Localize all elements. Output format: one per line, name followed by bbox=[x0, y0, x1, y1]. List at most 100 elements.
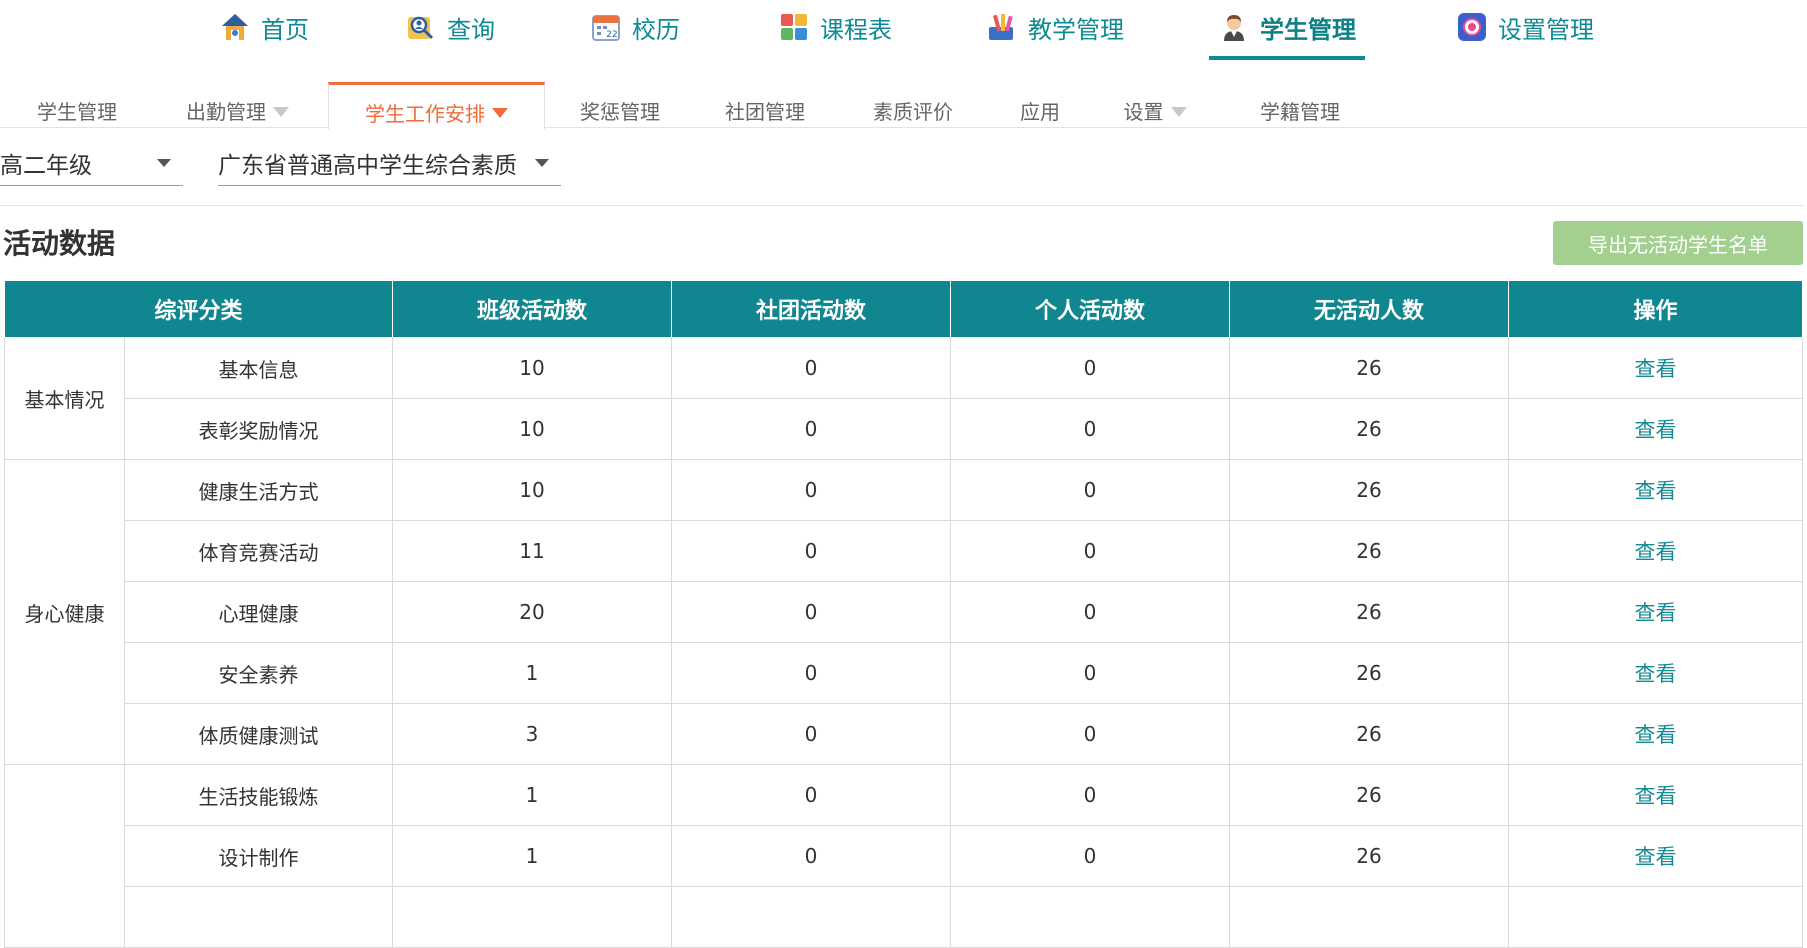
search-person-icon bbox=[405, 11, 437, 43]
personal-activity-count: 0 bbox=[950, 459, 1231, 521]
nav-label: 学生管理 bbox=[1260, 15, 1356, 44]
view-link[interactable]: 查看 bbox=[1635, 784, 1677, 808]
action-cell: 查看 bbox=[1508, 337, 1804, 399]
section-title: 活动数据 bbox=[3, 227, 116, 260]
chevron-down-icon bbox=[1170, 106, 1187, 117]
tab-club-management[interactable]: 社团管理 bbox=[710, 80, 820, 127]
club-activity-count: 0 bbox=[671, 581, 952, 643]
view-link[interactable]: 查看 bbox=[1635, 479, 1677, 503]
grade-select-value: 高二年级 bbox=[0, 152, 92, 179]
class-activity-count: 1 bbox=[392, 642, 673, 704]
tab-label: 学生管理 bbox=[37, 100, 117, 124]
tab-student-status[interactable]: 学籍管理 bbox=[1245, 80, 1355, 127]
chevron-down-icon bbox=[492, 108, 508, 118]
table-row: 身心健康 健康生活方式 10 0 0 26 查看 bbox=[4, 459, 1804, 765]
tab-student-management[interactable]: 学生管理 bbox=[22, 80, 132, 127]
subcategory-cell: 心理健康 bbox=[123, 581, 394, 643]
nav-item-timetable[interactable]: 课程表 bbox=[775, 0, 895, 60]
category-group-cell: 身心健康 bbox=[4, 459, 125, 765]
subcategory-cell: 体育竞赛活动 bbox=[123, 520, 394, 582]
column-header-no-activity-count: 无活动人数 bbox=[1229, 280, 1510, 338]
view-link[interactable]: 查看 bbox=[1635, 357, 1677, 381]
activity-data-table: 综评分类 班级活动数 社团活动数 个人活动数 无活动人数 操作 基本情况 基本信… bbox=[3, 280, 1804, 948]
action-cell: 查看 bbox=[1508, 703, 1804, 765]
nav-item-calendar[interactable]: 22 校历 bbox=[585, 0, 685, 60]
club-activity-count: 0 bbox=[671, 398, 952, 460]
gear-icon bbox=[1456, 11, 1488, 43]
personal-activity-count bbox=[950, 886, 1231, 948]
no-activity-count: 26 bbox=[1229, 825, 1510, 887]
nav-item-query[interactable]: 查询 bbox=[400, 0, 500, 60]
tab-label: 出勤管理 bbox=[186, 100, 266, 124]
tab-quality-evaluation[interactable]: 素质评价 bbox=[858, 80, 968, 127]
nav-item-student-management[interactable]: 学生管理 bbox=[1209, 0, 1365, 60]
nav-item-teaching[interactable]: 教学管理 bbox=[985, 0, 1125, 60]
personal-activity-count: 0 bbox=[950, 398, 1231, 460]
view-link[interactable]: 查看 bbox=[1635, 540, 1677, 564]
nav-label: 查询 bbox=[447, 15, 495, 44]
subcategory-cell: 表彰奖励情况 bbox=[123, 398, 394, 460]
view-link[interactable]: 查看 bbox=[1635, 723, 1677, 747]
no-activity-count bbox=[1229, 886, 1510, 948]
chevron-down-icon bbox=[535, 158, 549, 167]
class-activity-count: 1 bbox=[392, 764, 673, 826]
export-no-activity-students-button[interactable]: 导出无活动学生名单 bbox=[1553, 221, 1803, 265]
class-activity-count: 10 bbox=[392, 337, 673, 399]
evaluation-scheme-value: 广东省普通高中学生综合素质 bbox=[218, 152, 517, 179]
subcategory-cell: 体质健康测试 bbox=[123, 703, 394, 765]
class-activity-count bbox=[392, 886, 673, 948]
evaluation-scheme-select[interactable]: 广东省普通高中学生综合素质 bbox=[218, 140, 561, 186]
view-link[interactable]: 查看 bbox=[1635, 418, 1677, 442]
grade-select[interactable]: 高二年级 bbox=[0, 140, 183, 186]
class-activity-count: 20 bbox=[392, 581, 673, 643]
action-cell: 查看 bbox=[1508, 825, 1804, 887]
nav-label: 教学管理 bbox=[1028, 15, 1124, 44]
nav-label: 首页 bbox=[261, 15, 309, 44]
no-activity-count: 26 bbox=[1229, 398, 1510, 460]
tab-label: 学生工作安排 bbox=[365, 101, 485, 126]
nav-item-settings[interactable]: 设置管理 bbox=[1450, 0, 1600, 60]
action-cell bbox=[1508, 886, 1804, 948]
table-row: 表彰奖励情况 10 0 0 26 查看 bbox=[5, 398, 1804, 460]
calendar-icon: 22 bbox=[590, 11, 622, 43]
subcategory-cell: 健康生活方式 bbox=[123, 459, 394, 521]
column-header-club-activities: 社团活动数 bbox=[671, 280, 952, 338]
top-navigation: 首页 查询 22 校历 课程表 教学管理 学生管理 设置管理 bbox=[0, 0, 1807, 60]
view-link[interactable]: 查看 bbox=[1635, 845, 1677, 869]
subcategory-cell: 基本信息 bbox=[123, 337, 394, 399]
table-row: 心理健康 20 0 0 26 查看 bbox=[5, 581, 1804, 643]
view-link[interactable]: 查看 bbox=[1635, 662, 1677, 686]
chevron-down-icon bbox=[273, 106, 289, 117]
action-cell: 查看 bbox=[1508, 764, 1804, 826]
no-activity-count: 26 bbox=[1229, 764, 1510, 826]
student-icon bbox=[1218, 11, 1250, 43]
action-cell: 查看 bbox=[1508, 642, 1804, 704]
home-icon bbox=[219, 11, 251, 43]
club-activity-count: 0 bbox=[671, 825, 952, 887]
table-row: 体育竞赛活动 11 0 0 26 查看 bbox=[5, 520, 1804, 582]
teaching-icon bbox=[986, 11, 1018, 43]
subcategory-cell: 设计制作 bbox=[123, 825, 394, 887]
tab-settings[interactable]: 设置 bbox=[1115, 80, 1195, 127]
tab-label: 素质评价 bbox=[873, 100, 953, 124]
view-link[interactable]: 查看 bbox=[1635, 601, 1677, 625]
column-header-category: 综评分类 bbox=[3, 280, 394, 338]
tab-rewards-punishments[interactable]: 奖惩管理 bbox=[565, 80, 675, 127]
table-row: 设计制作 1 0 0 26 查看 bbox=[5, 825, 1804, 887]
nav-item-home[interactable]: 首页 bbox=[214, 0, 314, 60]
tab-applications[interactable]: 应用 bbox=[1005, 80, 1075, 127]
nav-label: 课程表 bbox=[820, 15, 892, 44]
tab-label: 设置 bbox=[1123, 100, 1164, 124]
tab-attendance[interactable]: 出勤管理 bbox=[170, 80, 305, 127]
class-activity-count: 3 bbox=[392, 703, 673, 765]
personal-activity-count: 0 bbox=[950, 703, 1231, 765]
category-group-cell: 基本情况 bbox=[4, 337, 125, 460]
club-activity-count: 0 bbox=[671, 459, 952, 521]
chevron-down-icon bbox=[157, 158, 171, 167]
no-activity-count: 26 bbox=[1229, 703, 1510, 765]
club-activity-count: 0 bbox=[671, 520, 952, 582]
tab-student-work-arrangement[interactable]: 学生工作安排 bbox=[328, 82, 545, 130]
table-row bbox=[5, 886, 1804, 948]
no-activity-count: 26 bbox=[1229, 642, 1510, 704]
class-activity-count: 1 bbox=[392, 825, 673, 887]
